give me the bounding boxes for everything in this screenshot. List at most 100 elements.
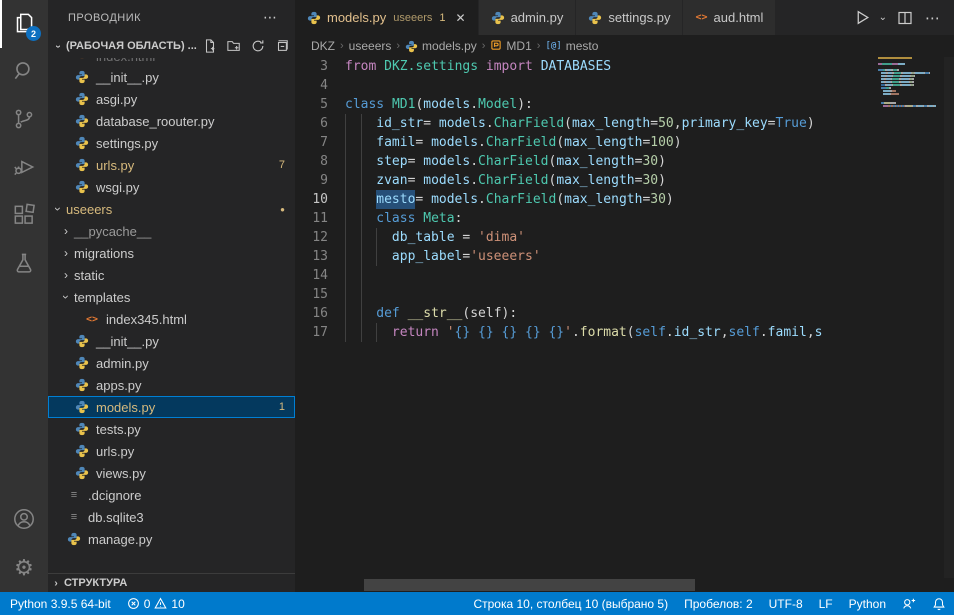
code-line-11[interactable]: 11class Meta: bbox=[295, 209, 876, 228]
tree-item-database-roouter-py[interactable]: database_roouter.py bbox=[48, 110, 295, 132]
activity-source-control-button[interactable] bbox=[0, 96, 48, 144]
python-icon bbox=[75, 422, 89, 436]
indentation-status[interactable]: Пробелов: 2 bbox=[676, 592, 761, 615]
language-mode-status[interactable]: Python bbox=[841, 592, 894, 615]
code-line-12[interactable]: 12db_table = 'dima' bbox=[295, 228, 876, 247]
search-icon bbox=[11, 58, 37, 87]
vertical-scrollbar[interactable] bbox=[944, 57, 954, 578]
refresh-icon[interactable] bbox=[251, 39, 265, 53]
problems-status[interactable]: 0 10 bbox=[119, 592, 193, 615]
tab-admin-py[interactable]: admin.py bbox=[479, 0, 577, 35]
breadcrumb-item-md1[interactable]: MD1 bbox=[490, 39, 531, 54]
tree-item-apps-py[interactable]: apps.py bbox=[48, 374, 295, 396]
notifications-button[interactable] bbox=[924, 592, 954, 615]
tree-item-useeers[interactable]: ›useeers● bbox=[48, 198, 295, 220]
new-file-icon[interactable] bbox=[203, 39, 217, 53]
code-line-17[interactable]: 17return '{} {} {} {} {}'.format(self.id… bbox=[295, 323, 876, 342]
code-line-9[interactable]: 9zvan= models.CharField(max_length=30) bbox=[295, 171, 876, 190]
code-line-16[interactable]: 16def __str__(self): bbox=[295, 304, 876, 323]
tree-item-index-html[interactable]: <>index.html bbox=[48, 58, 295, 66]
code-line-10[interactable]: 10mesto= models.CharField(max_length=30) bbox=[295, 190, 876, 209]
split-editor-button[interactable] bbox=[895, 8, 915, 28]
tree-item--init-py[interactable]: __init__.py bbox=[48, 66, 295, 88]
activity-testing-button[interactable] bbox=[0, 240, 48, 288]
code-line-3[interactable]: 3from DKZ.settings import DATABASES bbox=[295, 57, 876, 76]
code-token: = bbox=[642, 190, 650, 209]
tree-item-index345-html[interactable]: <>index345.html bbox=[48, 308, 295, 330]
code-line-14[interactable]: 14 bbox=[295, 266, 876, 285]
breadcrumb-item-useeers[interactable]: useeers bbox=[349, 39, 392, 53]
horizontal-scrollbar[interactable] bbox=[364, 579, 695, 591]
code-token: id_str bbox=[376, 114, 423, 133]
tree-item-urls-py[interactable]: urls.py7 bbox=[48, 154, 295, 176]
tree-item--init-py[interactable]: __init__.py bbox=[48, 330, 295, 352]
code-token: = bbox=[462, 228, 478, 247]
code-line-5[interactable]: 5class MD1(models.Model): bbox=[295, 95, 876, 114]
tree-item-templates[interactable]: ›templates bbox=[48, 286, 295, 308]
tree-item-models-py[interactable]: models.py1 bbox=[48, 396, 295, 418]
run-python-file-button[interactable] bbox=[852, 7, 873, 28]
code-token: from bbox=[345, 57, 384, 76]
indent-guide bbox=[361, 228, 377, 247]
code-line-13[interactable]: 13app_label='useeers' bbox=[295, 247, 876, 266]
encoding-status[interactable]: UTF-8 bbox=[761, 592, 811, 615]
error-count: 0 bbox=[144, 597, 151, 611]
editor-more-button[interactable]: ⋯ bbox=[921, 9, 944, 27]
tab-settings-py[interactable]: settings.py bbox=[576, 0, 683, 35]
indent-guide bbox=[361, 171, 377, 190]
tab-aud-html[interactable]: <>aud.html bbox=[683, 0, 776, 35]
activity-run-debug-button[interactable] bbox=[0, 144, 48, 192]
collapse-folders-icon[interactable] bbox=[275, 39, 289, 53]
tree-item--dcignore[interactable]: ≡.dcignore bbox=[48, 484, 295, 506]
workspace-section-header[interactable]: › (РАБОЧАЯ ОБЛАСТЬ) ... bbox=[48, 35, 295, 57]
activity-search-button[interactable] bbox=[0, 48, 48, 96]
run-dropdown-button[interactable]: ⌄ bbox=[877, 10, 889, 25]
status-bar-right: Строка 10, столбец 10 (выбрано 5) Пробел… bbox=[463, 592, 954, 615]
breadcrumb-item-mesto[interactable]: [@]mesto bbox=[545, 39, 598, 53]
tree-item-wsgi-py[interactable]: wsgi.py bbox=[48, 176, 295, 198]
tree-item-migrations[interactable]: ›migrations bbox=[48, 242, 295, 264]
close-icon[interactable]: ✕ bbox=[456, 11, 466, 25]
python-interpreter-status[interactable]: Python 3.9.5 64-bit bbox=[0, 592, 119, 615]
tree-item-label: asgi.py bbox=[96, 92, 137, 107]
python-icon bbox=[588, 11, 602, 25]
sidebar-more-button[interactable]: ⋯ bbox=[263, 9, 277, 26]
tree-item-db-sqlite3[interactable]: ≡db.sqlite3 bbox=[48, 506, 295, 528]
code-line-7[interactable]: 7famil= models.CharField(max_length=100) bbox=[295, 133, 876, 152]
code-line-8[interactable]: 8step= models.CharField(max_length=30) bbox=[295, 152, 876, 171]
activity-account-button[interactable] bbox=[0, 496, 48, 544]
breadcrumb-item-dkz[interactable]: DKZ bbox=[311, 39, 335, 53]
tree-item-manage-py[interactable]: manage.py bbox=[48, 528, 295, 550]
code-token: , bbox=[807, 323, 815, 342]
activity-extensions-button[interactable] bbox=[0, 192, 48, 240]
tree-item-static[interactable]: ›static bbox=[48, 264, 295, 286]
tree-item-views-py[interactable]: views.py bbox=[48, 462, 295, 484]
indent-guide bbox=[361, 152, 377, 171]
code-editor[interactable]: 3from DKZ.settings import DATABASES45cla… bbox=[295, 57, 876, 578]
new-folder-icon[interactable] bbox=[227, 39, 241, 53]
tab-models-py[interactable]: models.pyuseeers1✕ bbox=[295, 0, 479, 35]
cursor-position-status[interactable]: Строка 10, столбец 10 (выбрано 5) bbox=[463, 592, 676, 615]
minimap[interactable] bbox=[878, 57, 944, 108]
breadcrumb-item-models-py[interactable]: models.py bbox=[405, 39, 477, 53]
code-line-15[interactable]: 15 bbox=[295, 285, 876, 304]
tree-item-urls-py[interactable]: urls.py bbox=[48, 440, 295, 462]
tree-item-admin-py[interactable]: admin.py bbox=[48, 352, 295, 374]
code-line-4[interactable]: 4 bbox=[295, 76, 876, 95]
indent-guide bbox=[361, 209, 377, 228]
code-line-6[interactable]: 6id_str= models.CharField(max_length=50,… bbox=[295, 114, 876, 133]
feedback-button[interactable] bbox=[894, 592, 924, 615]
tree-item-settings-py[interactable]: settings.py bbox=[48, 132, 295, 154]
eol-status[interactable]: LF bbox=[811, 592, 841, 615]
code-token: self bbox=[729, 323, 760, 342]
minimap-line bbox=[878, 78, 944, 80]
code-token: = bbox=[635, 152, 643, 171]
tree-item--pycache-[interactable]: ›__pycache__ bbox=[48, 220, 295, 242]
outline-section-header[interactable]: › СТРУКТУРА bbox=[48, 573, 295, 592]
tree-item-tests-py[interactable]: tests.py bbox=[48, 418, 295, 440]
tree-item-asgi-py[interactable]: asgi.py bbox=[48, 88, 295, 110]
explorer-badge: 2 bbox=[26, 26, 41, 41]
activity-settings-button[interactable]: ⚙ bbox=[0, 544, 48, 592]
warning-icon bbox=[154, 597, 167, 610]
activity-explorer-button[interactable]: 2 bbox=[0, 0, 48, 48]
